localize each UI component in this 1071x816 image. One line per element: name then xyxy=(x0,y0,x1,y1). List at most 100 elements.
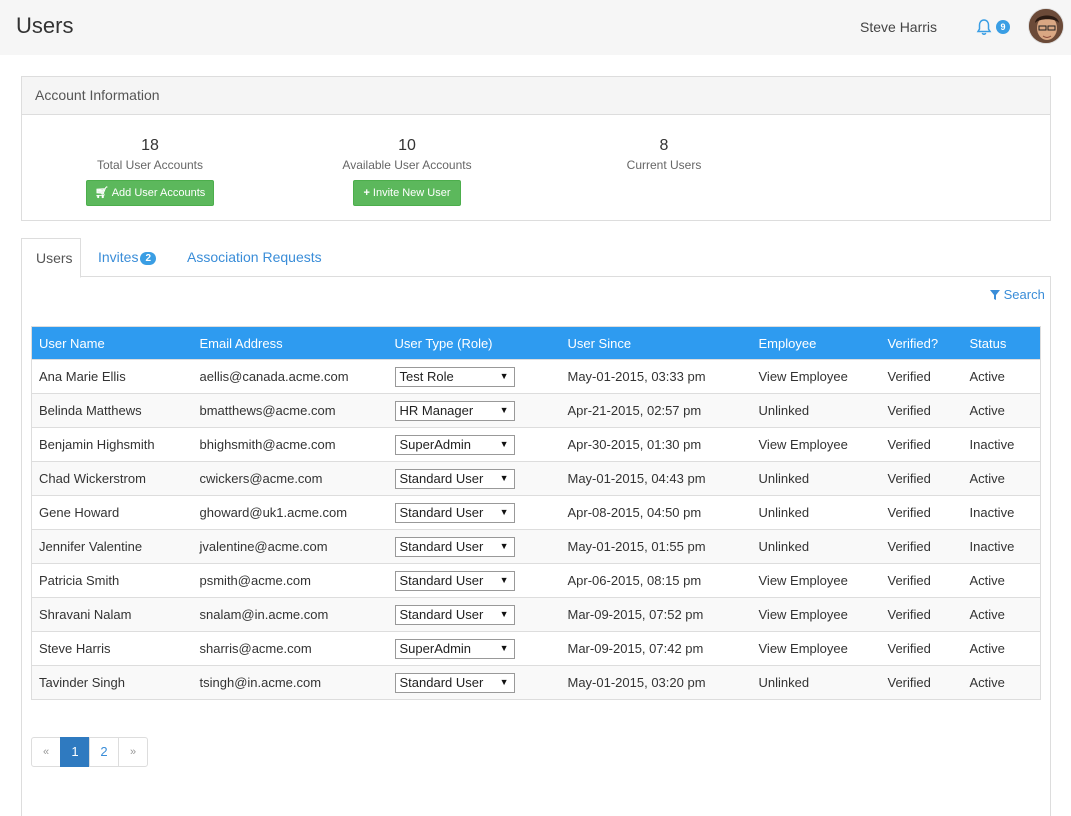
email-cell: bmatthews@acme.com xyxy=(192,393,388,428)
role-select[interactable]: Standard User ▼ xyxy=(394,536,515,557)
role-cell: Standard User ▼ xyxy=(387,461,561,496)
dropdown-arrow-icon: ▼ xyxy=(499,574,509,585)
column-header[interactable]: User Name xyxy=(31,326,193,360)
view-employee-link[interactable]: View Employee xyxy=(751,359,881,394)
invites-count-badge: 2 xyxy=(140,252,157,265)
column-header[interactable]: Email Address xyxy=(192,326,388,360)
verified-cell: Verified xyxy=(880,495,963,530)
user-since-cell: Apr-21-2015, 02:57 pm xyxy=(560,393,752,428)
role-select-value: Standard User xyxy=(399,572,484,588)
previous-page-button[interactable]: « xyxy=(31,737,61,767)
user-name-link[interactable]: Patricia Smith xyxy=(31,563,193,598)
role-select[interactable]: Standard User ▼ xyxy=(394,604,515,625)
status-cell: Inactive xyxy=(962,427,1041,462)
dropdown-arrow-icon: ▼ xyxy=(499,438,509,449)
plus-icon: + xyxy=(363,187,370,199)
tab-label: Users xyxy=(36,250,73,266)
page-1-button[interactable]: 1 xyxy=(60,737,90,767)
column-header[interactable]: User Since xyxy=(560,326,752,360)
role-cell: Test Role ▼ xyxy=(387,359,561,394)
status-cell: Inactive xyxy=(962,529,1041,564)
status-cell: Active xyxy=(962,665,1041,700)
role-select[interactable]: SuperAdmin ▼ xyxy=(394,434,515,455)
verified-cell: Verified xyxy=(880,461,963,496)
role-select[interactable]: SuperAdmin ▼ xyxy=(394,638,515,659)
table-row: Patricia Smith psmith@acme.com Standard Us… xyxy=(31,563,1041,598)
column-header[interactable]: Employee xyxy=(751,326,881,360)
user-name-link[interactable]: Jennifer Valentine xyxy=(31,529,193,564)
tab-users[interactable]: Users xyxy=(21,238,81,278)
role-select-value: Standard User xyxy=(399,674,484,690)
user-since-cell: Mar-09-2015, 07:52 pm xyxy=(560,597,752,632)
tab-association-requests[interactable]: Association Requests xyxy=(173,238,336,277)
user-since-cell: Apr-06-2015, 08:15 pm xyxy=(560,563,752,598)
verified-cell: Verified xyxy=(880,597,963,632)
role-select-value: SuperAdmin xyxy=(399,436,472,452)
role-select[interactable]: HR Manager ▼ xyxy=(394,400,515,421)
user-name-link[interactable]: Steve Harris xyxy=(31,631,193,666)
user-name-link[interactable]: Gene Howard xyxy=(31,495,193,530)
table-row: Ana Marie Ellis aellis@canada.acme.com Tes… xyxy=(31,359,1041,394)
top-bar: Users Steve Harris 9 xyxy=(0,0,1071,55)
verified-cell: Verified xyxy=(880,631,963,666)
role-select[interactable]: Test Role ▼ xyxy=(394,366,515,387)
user-since-cell: May-01-2015, 01:55 pm xyxy=(560,529,752,564)
verified-cell: Verified xyxy=(880,563,963,598)
employee-cell: Unlinked xyxy=(751,393,881,428)
column-header[interactable]: User Type (Role) xyxy=(387,326,561,360)
status-cell: Active xyxy=(962,359,1041,394)
role-select[interactable]: Standard User ▼ xyxy=(394,502,515,523)
stat-label: Current Users xyxy=(626,158,702,172)
next-page-button[interactable]: » xyxy=(118,737,148,767)
role-cell: Standard User ▼ xyxy=(387,495,561,530)
current-user-name[interactable]: Steve Harris xyxy=(860,19,937,35)
notification-badge[interactable]: 9 xyxy=(996,20,1010,34)
tab-invites[interactable]: Invites 2 xyxy=(84,238,170,277)
table-row: Tavinder Singh tsingh@in.acme.com Standard… xyxy=(31,665,1041,700)
page-2-button[interactable]: 2 xyxy=(89,737,119,767)
tab-bar: Users Invites 2 Association Requests xyxy=(21,238,1051,278)
view-employee-link[interactable]: View Employee xyxy=(751,631,881,666)
stat-label: Available User Accounts xyxy=(342,158,472,172)
role-select[interactable]: Standard User ▼ xyxy=(394,468,515,489)
verified-cell: Verified xyxy=(880,427,963,462)
avatar[interactable] xyxy=(1028,8,1064,44)
role-select[interactable]: Standard User ▼ xyxy=(394,570,515,591)
table-header-row: User Name Email Address User Type (Role)… xyxy=(31,326,1041,360)
add-user-accounts-button[interactable]: 🛒︎ Add User Accounts xyxy=(86,180,214,206)
user-name-link[interactable]: Belinda Matthews xyxy=(31,393,193,428)
email-cell: cwickers@acme.com xyxy=(192,461,388,496)
employee-cell: Unlinked xyxy=(751,665,881,700)
role-select-value: Standard User xyxy=(399,504,484,520)
view-employee-link[interactable]: View Employee xyxy=(751,597,881,632)
search-label: Search xyxy=(1003,287,1045,302)
email-cell: tsingh@in.acme.com xyxy=(192,665,388,700)
role-cell: Standard User ▼ xyxy=(387,529,561,564)
bell-icon[interactable] xyxy=(975,18,993,36)
column-header[interactable]: Status xyxy=(962,326,1041,360)
email-cell: snalam@in.acme.com xyxy=(192,597,388,632)
pagination: « 1 2 » xyxy=(31,737,148,767)
view-employee-link[interactable]: View Employee xyxy=(751,563,881,598)
user-name-link[interactable]: Tavinder Singh xyxy=(31,665,193,700)
user-name-link[interactable]: Benjamin Highsmith xyxy=(31,427,193,462)
user-name-link[interactable]: Shravani Nalam xyxy=(31,597,193,632)
column-header[interactable]: Verified? xyxy=(880,326,963,360)
email-cell: ghoward@uk1.acme.com xyxy=(192,495,388,530)
view-employee-link[interactable]: View Employee xyxy=(751,427,881,462)
user-since-cell: Apr-08-2015, 04:50 pm xyxy=(560,495,752,530)
table-row: Belinda Matthews bmatthews@acme.com HR Man… xyxy=(31,393,1041,428)
role-select-value: Standard User xyxy=(399,470,484,486)
user-since-cell: May-01-2015, 04:43 pm xyxy=(560,461,752,496)
user-since-cell: Apr-30-2015, 01:30 pm xyxy=(560,427,752,462)
status-cell: Active xyxy=(962,461,1041,496)
user-name-link[interactable]: Ana Marie Ellis xyxy=(31,359,193,394)
role-select-value: Standard User xyxy=(399,606,484,622)
role-cell: Standard User ▼ xyxy=(387,597,561,632)
user-name-link[interactable]: Chad Wickerstrom xyxy=(31,461,193,496)
search-link[interactable]: Search xyxy=(990,287,1045,302)
role-select[interactable]: Standard User ▼ xyxy=(394,672,515,693)
stat-value: 10 xyxy=(398,137,416,154)
table-row: Gene Howard ghoward@uk1.acme.com Standard … xyxy=(31,495,1041,530)
invite-new-user-button[interactable]: + Invite New User xyxy=(353,180,461,206)
